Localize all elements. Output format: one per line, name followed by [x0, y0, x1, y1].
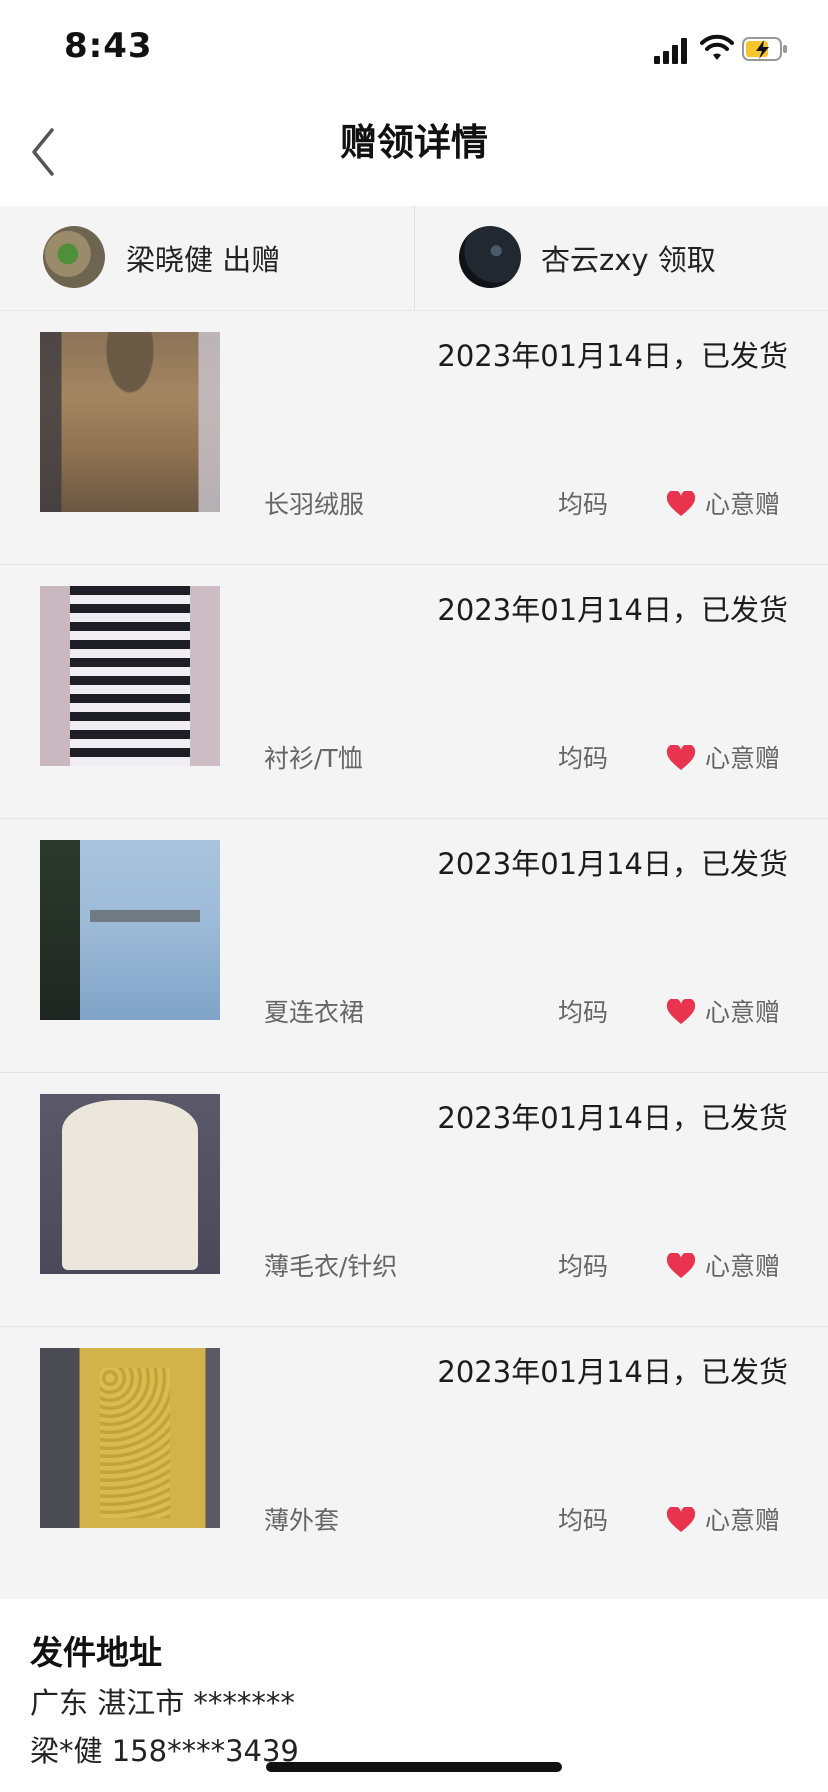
item-gift-tag: 心意赠	[705, 998, 781, 1027]
item-name: 衬衫/T恤	[264, 744, 363, 773]
list-item[interactable]: 2023年01月14日，已发货 长羽绒服 均码 心意赠	[0, 311, 828, 565]
item-gift-tag: 心意赠	[705, 744, 781, 773]
address-title: 发件地址	[30, 1633, 162, 1672]
item-size: 均码	[558, 1506, 609, 1535]
home-indicator[interactable]	[266, 1762, 562, 1772]
cellular-signal-icon	[654, 38, 690, 64]
heart-icon	[666, 999, 696, 1024]
status-bar: 8:43	[0, 0, 828, 100]
item-name: 夏连衣裙	[264, 998, 365, 1027]
item-photo[interactable]	[40, 840, 220, 1020]
address-contact: 梁*健 158****3439	[30, 1734, 299, 1768]
item-name: 长羽绒服	[264, 490, 365, 519]
heart-icon	[666, 491, 696, 516]
receiver[interactable]: 杏云zxy 领取	[414, 206, 828, 310]
item-list: 2023年01月14日，已发货 长羽绒服 均码 心意赠 2023年01月14日，…	[0, 311, 828, 1599]
list-item[interactable]: 2023年01月14日，已发货 衬衫/T恤 均码 心意赠	[0, 565, 828, 819]
heart-icon	[666, 1253, 696, 1278]
item-gift-tag: 心意赠	[705, 490, 781, 519]
list-item[interactable]: 2023年01月14日，已发货 夏连衣裙 均码 心意赠	[0, 819, 828, 1073]
item-name: 薄毛衣/针织	[264, 1252, 398, 1281]
receiver-avatar[interactable]	[459, 226, 521, 288]
giver[interactable]: 梁晓健 出赠	[0, 206, 414, 310]
item-status-date: 2023年01月14日，已发货	[437, 339, 788, 373]
item-status-date: 2023年01月14日，已发货	[437, 847, 788, 881]
address-line: 广东 湛江市 *******	[30, 1686, 295, 1720]
item-size: 均码	[558, 1252, 609, 1281]
item-gift-tag: 心意赠	[705, 1252, 781, 1281]
page-title: 赠领详情	[340, 121, 488, 164]
participants-bar: 梁晓健 出赠 杏云zxy 领取	[0, 206, 828, 311]
item-status-date: 2023年01月14日，已发货	[437, 1101, 788, 1135]
giver-avatar[interactable]	[43, 226, 105, 288]
item-name: 薄外套	[264, 1506, 340, 1535]
status-time: 8:43	[64, 26, 153, 66]
item-size: 均码	[558, 490, 609, 519]
item-photo[interactable]	[40, 332, 220, 512]
item-size: 均码	[558, 998, 609, 1027]
wifi-icon	[700, 34, 734, 60]
heart-icon	[666, 1507, 696, 1532]
item-photo[interactable]	[40, 586, 220, 766]
heart-icon	[666, 745, 696, 770]
item-status-date: 2023年01月14日，已发货	[437, 1355, 788, 1389]
item-status-date: 2023年01月14日，已发货	[437, 593, 788, 627]
giver-label: 梁晓健 出赠	[126, 243, 281, 277]
receiver-label: 杏云zxy 领取	[541, 243, 716, 277]
item-size: 均码	[558, 744, 609, 773]
item-photo[interactable]	[40, 1094, 220, 1274]
list-item[interactable]: 2023年01月14日，已发货 薄毛衣/针织 均码 心意赠	[0, 1073, 828, 1327]
list-item[interactable]: 2023年01月14日，已发货 薄外套 均码 心意赠	[0, 1327, 828, 1599]
item-gift-tag: 心意赠	[705, 1506, 781, 1535]
item-photo[interactable]	[40, 1348, 220, 1528]
battery-charging-icon	[742, 37, 787, 61]
